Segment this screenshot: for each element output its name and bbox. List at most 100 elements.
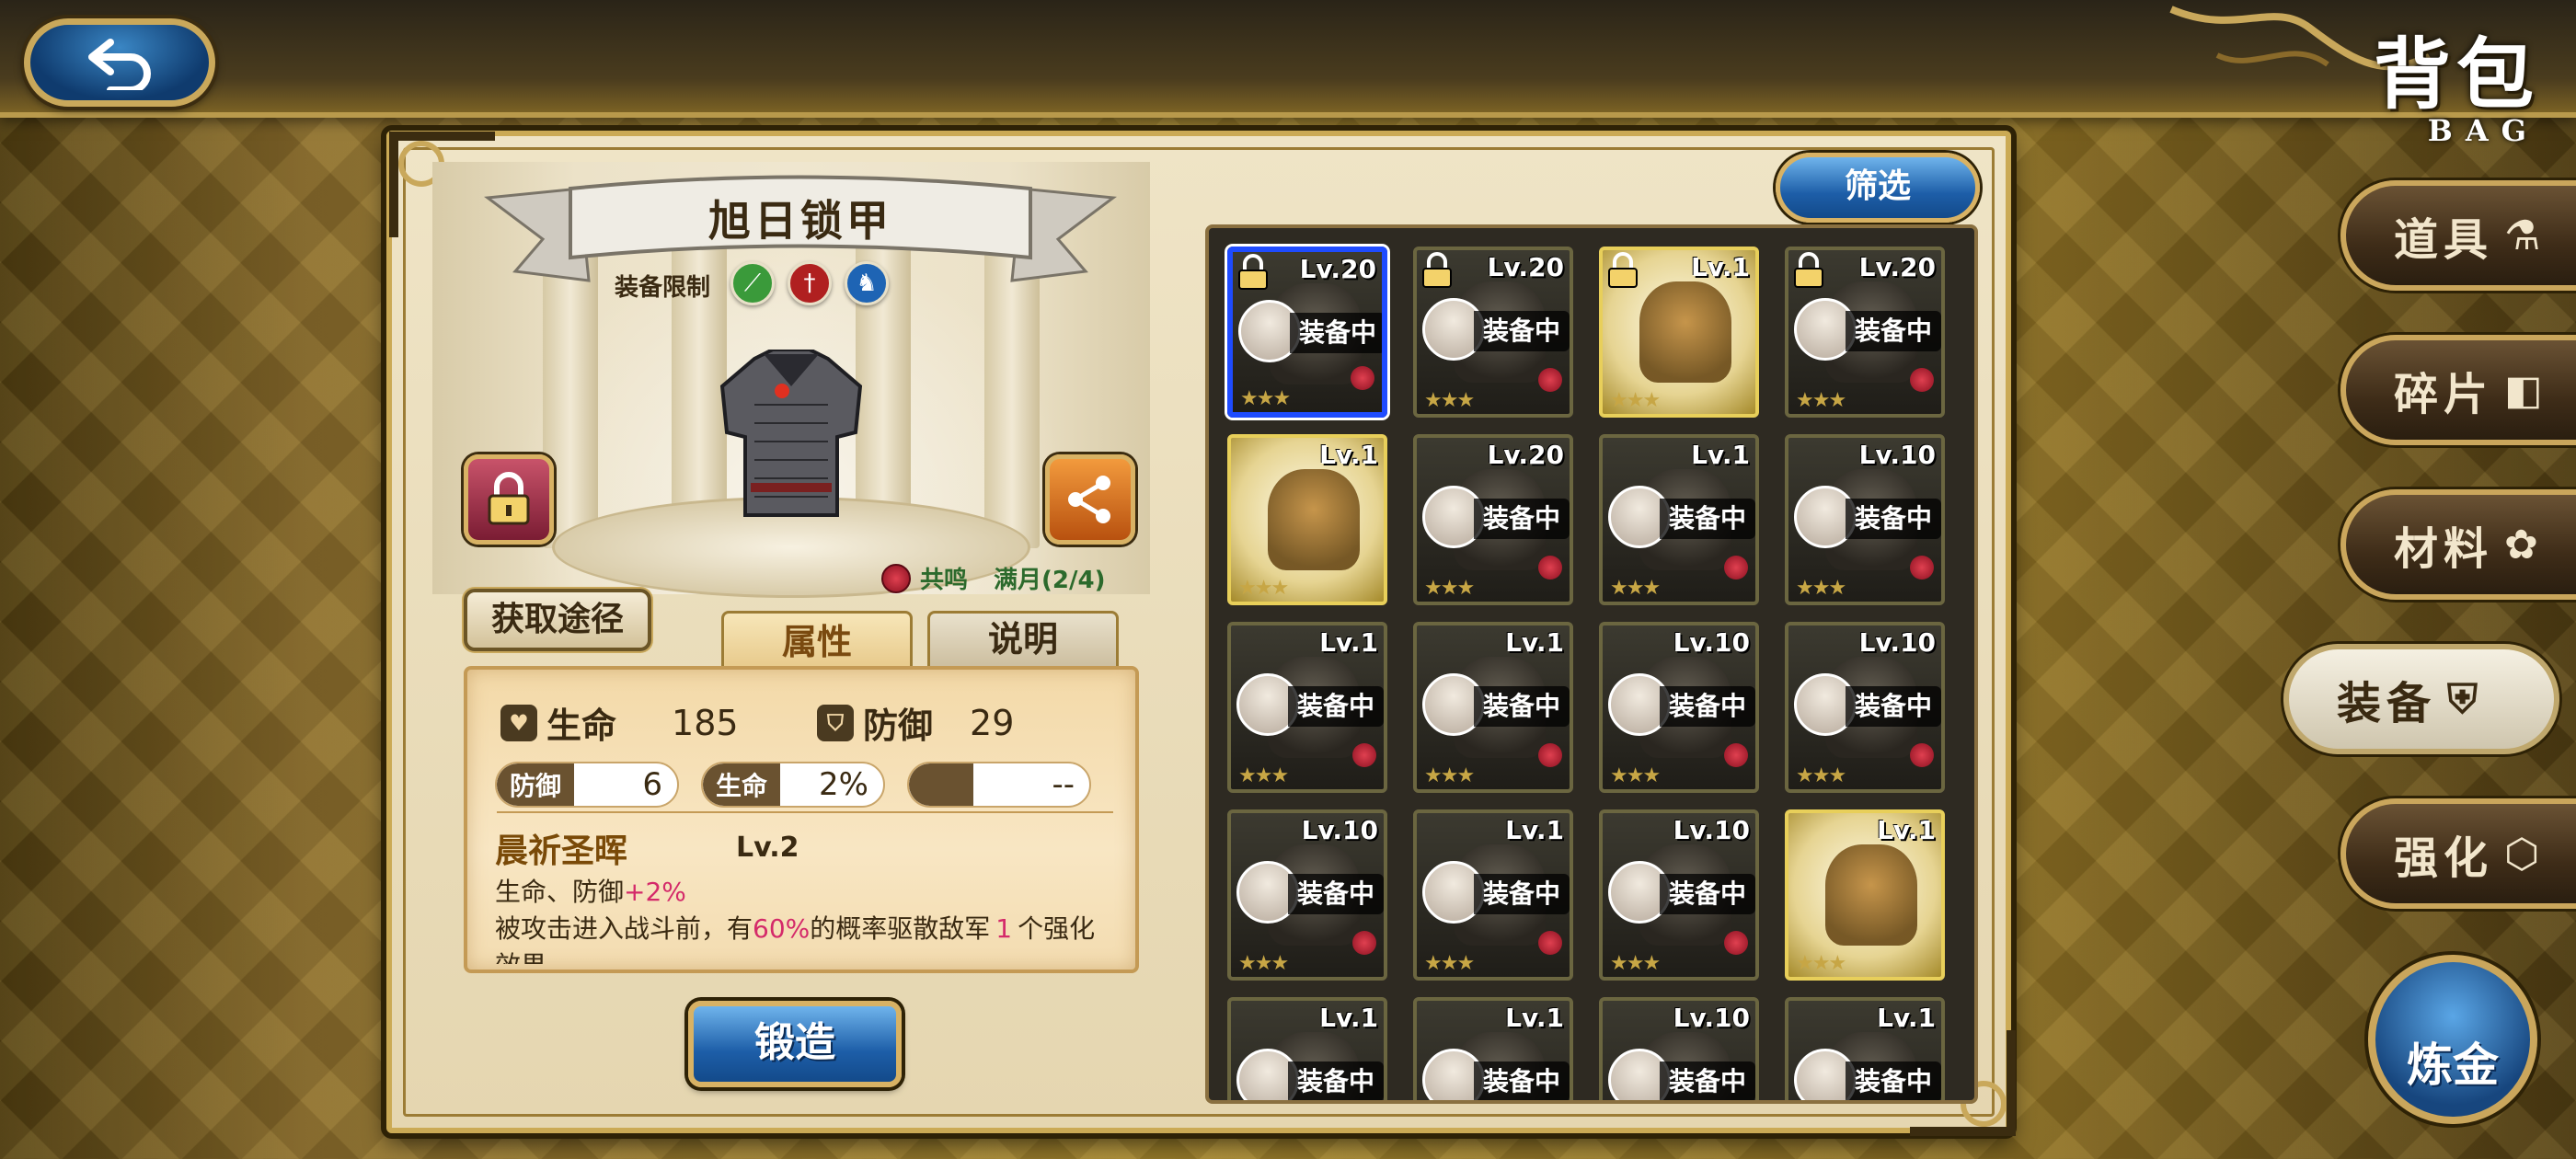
equipment-level: Lv.20 — [1858, 252, 1936, 282]
gear-icon: ✿ — [2504, 521, 2544, 568]
equipment-level: Lv.10 — [1673, 1003, 1750, 1033]
upgrade-icon: ⬡ — [2504, 830, 2546, 878]
rarity-stars: ★★★ — [1610, 952, 1661, 975]
equipped-tag: 装备中 — [1846, 499, 1941, 539]
back-arrow-icon — [88, 39, 151, 90]
nav-tab[interactable]: 道具 ⚗ — [2340, 180, 2576, 291]
equipment-level: Lv.10 — [1673, 627, 1750, 658]
equipment-card[interactable]: Lv.10装备中★★★ — [1785, 434, 1945, 605]
rarity-stars: ★★★ — [1240, 387, 1291, 410]
rarity-stars: ★★★ — [1424, 577, 1475, 600]
rose-icon — [1724, 556, 1748, 580]
equipped-tag: 装备中 — [1660, 874, 1755, 914]
nav-tab-label: 装备 — [2337, 678, 2437, 729]
obtain-method-button[interactable]: 获取途径 — [464, 589, 651, 651]
equipment-card[interactable]: Lv.10装备中★★★ — [1227, 809, 1387, 981]
equipment-card[interactable]: Lv.1装备中★★★ — [1227, 622, 1387, 793]
nav-tab-label: 道具 — [2394, 214, 2494, 266]
equipment-card[interactable]: Lv.10装备中★★★ — [1599, 997, 1759, 1100]
equipped-tag: 装备中 — [1660, 686, 1755, 727]
equipment-card[interactable]: Lv.20 装备中 ★★★ — [1785, 247, 1945, 418]
rose-icon — [1910, 556, 1934, 580]
flask-icon: ⚗ — [2504, 212, 2547, 259]
nav-tab[interactable]: 材料 ✿ — [2340, 489, 2576, 600]
substat-pill: 生命 2% — [701, 762, 885, 808]
skill-effect-bonus: +2% — [624, 877, 686, 907]
page-title: 背包 BAG — [2374, 13, 2539, 148]
rose-icon — [1538, 743, 1562, 767]
share-button[interactable] — [1045, 454, 1135, 545]
armor-icon: ⛨ — [2447, 675, 2484, 723]
resonance-label: 共鸣 — [920, 567, 969, 594]
equipment-card[interactable]: Lv.10装备中★★★ — [1599, 622, 1759, 793]
skill-desc-part: 的概率驱散敌军 — [810, 913, 991, 944]
equipment-level: Lv.20 — [1299, 254, 1376, 284]
skill-desc-pct: 60% — [753, 913, 811, 944]
equipment-card[interactable]: Lv.1 ★★★ — [1599, 247, 1759, 418]
lock-icon — [1422, 252, 1452, 288]
equipped-tag: 装备中 — [1660, 499, 1755, 539]
rarity-stars: ★★★ — [1424, 389, 1475, 412]
resonance-info: 共鸣 满月(2/4) — [881, 561, 1105, 595]
forge-button[interactable]: 锻造 — [688, 1001, 902, 1087]
equipment-card[interactable]: Lv.1装备中★★★ — [1413, 622, 1573, 793]
equipment-card[interactable]: Lv.1装备中★★★ — [1413, 809, 1573, 981]
share-icon — [1068, 476, 1110, 523]
equipped-tag: 装备中 — [1474, 311, 1570, 351]
equipment-level: Lv.1 — [1505, 627, 1564, 658]
lock-icon — [488, 472, 530, 525]
equipment-item-image — [1268, 469, 1360, 570]
equipment-level: Lv.10 — [1858, 627, 1936, 658]
shield-icon: ⛉ — [817, 704, 854, 741]
equipment-card[interactable]: Lv.1装备中★★★ — [1227, 997, 1387, 1100]
equipment-card[interactable]: Lv.1 ★★★ — [1227, 434, 1387, 605]
equipment-card[interactable]: Lv.1 ★★★ — [1785, 809, 1945, 981]
divider — [497, 811, 1113, 813]
rose-icon — [1724, 931, 1748, 955]
def-stat: ⛉ 防御 29 — [817, 697, 1014, 748]
equipment-card[interactable]: Lv.1装备中★★★ — [1413, 997, 1573, 1100]
equipment-level: Lv.1 — [1319, 440, 1378, 470]
nav-tab[interactable]: 装备 ⛨ — [2283, 644, 2559, 754]
skill-effect-text: 生命、防御 — [495, 877, 625, 907]
hp-value: 185 — [672, 702, 739, 743]
nav-tab[interactable]: 强化 ⬡ — [2340, 798, 2576, 909]
equipment-card[interactable]: Lv.20 装备中 ★★★ — [1413, 434, 1573, 605]
rarity-stars: ★★★ — [1424, 952, 1475, 975]
sword-icon: † — [788, 261, 832, 305]
rose-icon — [881, 563, 911, 593]
skill-effect: 生命、防御+2% — [495, 872, 686, 909]
equipment-card[interactable]: Lv.20 装备中 ★★★ — [1413, 247, 1573, 418]
lock-button[interactable] — [464, 454, 554, 545]
equipment-card[interactable]: Lv.20 装备中 ★★★ — [1227, 247, 1387, 418]
equipment-card[interactable]: Lv.10装备中★★★ — [1785, 622, 1945, 793]
equipped-tag: 装备中 — [1846, 1061, 1941, 1100]
rose-icon — [1724, 743, 1748, 767]
rarity-stars: ★★★ — [1238, 577, 1289, 600]
equipment-card[interactable]: Lv.1装备中★★★ — [1599, 434, 1759, 605]
equipped-tag: 装备中 — [1288, 874, 1384, 914]
back-button[interactable] — [24, 18, 215, 107]
rose-icon — [1910, 743, 1934, 767]
tab-attributes[interactable]: 属性 — [721, 611, 913, 670]
nav-tab-label: 碎片 — [2394, 369, 2494, 420]
equipped-tag: 装备中 — [1846, 686, 1941, 727]
rose-icon — [1538, 931, 1562, 955]
nav-tab-label: 材料 — [2394, 523, 2494, 575]
equipment-card[interactable]: Lv.1装备中★★★ — [1785, 997, 1945, 1100]
equipped-tag: 装备中 — [1474, 499, 1570, 539]
skill-desc-part: 被攻击进入战斗前，有 — [495, 913, 753, 944]
filter-button[interactable]: 筛选 — [1776, 153, 1980, 223]
substat-value: -- — [1052, 766, 1075, 803]
equipment-level: Lv.20 — [1487, 440, 1564, 470]
lock-icon — [1794, 252, 1823, 288]
equipment-level: Lv.1 — [1877, 815, 1936, 845]
tab-description[interactable]: 说明 — [927, 611, 1119, 666]
rose-icon — [1351, 366, 1374, 390]
nav-tab[interactable]: 碎片 ◧ — [2340, 335, 2576, 445]
equipment-card[interactable]: Lv.10装备中★★★ — [1599, 809, 1759, 981]
item-name: 旭日锁甲 — [708, 196, 892, 246]
alchemy-button[interactable]: 炼金 — [2368, 955, 2537, 1124]
substat-pill-empty: -- — [907, 762, 1091, 808]
substat-value: 6 — [642, 766, 662, 803]
